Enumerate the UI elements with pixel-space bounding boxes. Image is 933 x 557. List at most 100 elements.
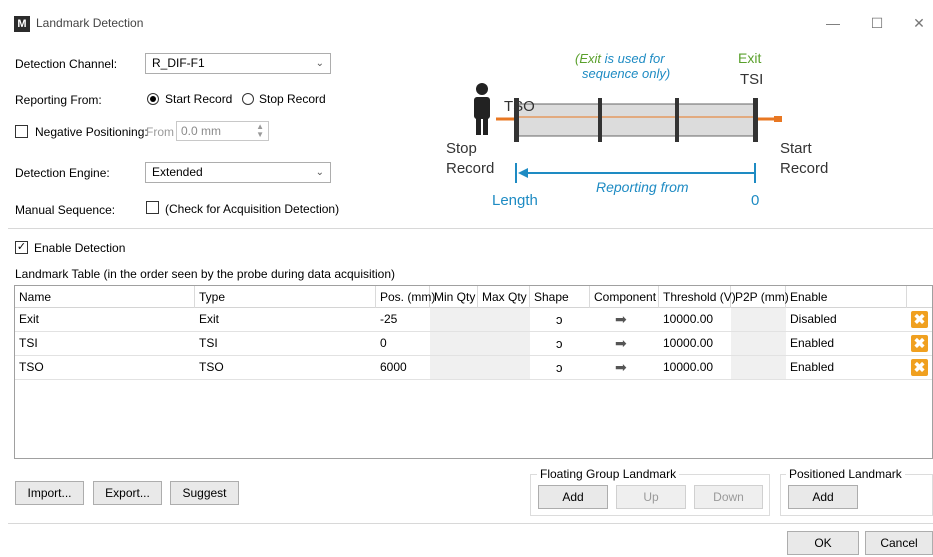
- shape-icon[interactable]: ↄ: [556, 356, 563, 379]
- negative-positioning-checkbox[interactable]: [15, 125, 28, 138]
- detection-engine-label: Detection Engine:: [15, 166, 110, 180]
- col-max-qty[interactable]: Max Qty: [478, 286, 530, 308]
- cell-pos[interactable]: 6000: [376, 356, 407, 379]
- radio-start-record[interactable]: [147, 93, 159, 105]
- table-caption: Landmark Table (in the order seen by the…: [15, 267, 396, 281]
- floating-down-button[interactable]: Down: [694, 485, 763, 509]
- pipe-end-tsi: [753, 98, 758, 142]
- cell-type[interactable]: TSI: [195, 332, 218, 355]
- cell-enable[interactable]: Disabled: [786, 308, 837, 331]
- exit-label: Exit: [738, 50, 761, 66]
- floating-add-button[interactable]: Add: [538, 485, 608, 509]
- radio-start-record-label: Start Record: [165, 92, 233, 106]
- cell-type[interactable]: Exit: [195, 308, 219, 331]
- pipe-support: [675, 98, 679, 142]
- suggest-button[interactable]: Suggest: [170, 481, 239, 505]
- minimize-icon[interactable]: —: [818, 12, 848, 34]
- maximize-icon[interactable]: ☐: [862, 12, 892, 34]
- cell-name[interactable]: TSI: [15, 332, 38, 355]
- cell-pos[interactable]: 0: [376, 332, 387, 355]
- tso-label: TSO: [504, 98, 535, 115]
- length-label: Length: [492, 192, 538, 209]
- delete-row-icon[interactable]: ✖: [911, 335, 928, 352]
- col-component[interactable]: Component: [590, 286, 659, 308]
- cell-type[interactable]: TSO: [195, 356, 224, 379]
- col-shape[interactable]: Shape: [530, 286, 590, 308]
- shape-icon[interactable]: ↄ: [556, 308, 563, 331]
- detection-engine-select[interactable]: Extended ⌄: [145, 162, 331, 183]
- delete-row-icon[interactable]: ✖: [911, 311, 928, 328]
- positioned-add-button[interactable]: Add: [788, 485, 858, 509]
- col-threshold[interactable]: Threshold (V): [659, 286, 736, 308]
- stop-record-line2: Record: [446, 160, 494, 177]
- person-icon: [474, 83, 490, 135]
- col-enable[interactable]: Enable: [786, 286, 907, 308]
- manual-sequence-label: Manual Sequence:: [15, 203, 116, 217]
- arrow-right-icon[interactable]: ➡: [615, 308, 627, 331]
- stop-record-line1: Stop: [446, 140, 477, 157]
- enable-detection-checkbox[interactable]: ✓: [15, 241, 28, 254]
- spin-arrows-icon[interactable]: ▲ ▼: [256, 123, 264, 139]
- cell-threshold[interactable]: 10000.00: [659, 308, 713, 331]
- col-pos[interactable]: Pos. (mm): [376, 286, 435, 308]
- detection-channel-select[interactable]: R_DIF-F1 ⌄: [145, 53, 331, 74]
- table-row[interactable]: TSI TSI 0 ↄ ➡ 10000.00 Enabled ✖: [15, 332, 932, 356]
- cell-p2p-disabled: [731, 356, 786, 379]
- cancel-button[interactable]: Cancel: [865, 531, 933, 555]
- table-row[interactable]: Exit Exit -25 ↄ ➡ 10000.00 Disabled ✖: [15, 308, 932, 332]
- app-logo-icon: M: [14, 16, 30, 32]
- landmark-diagram: (Exit is used for sequence only) Exit TS…: [446, 50, 828, 209]
- positioned-landmark-title: Positioned Landmark: [786, 467, 905, 481]
- cell-threshold[interactable]: 10000.00: [659, 332, 713, 355]
- cell-name[interactable]: Exit: [15, 308, 39, 331]
- radio-stop-record-label: Stop Record: [259, 92, 326, 106]
- cell-qty-disabled: [430, 356, 530, 379]
- arrow-right-icon[interactable]: ➡: [615, 332, 627, 355]
- import-button[interactable]: Import...: [15, 481, 84, 505]
- from-label: From: [146, 125, 174, 139]
- col-name[interactable]: Name: [15, 286, 195, 308]
- manual-sequence-checkbox[interactable]: [146, 201, 159, 214]
- detection-engine-value: Extended: [152, 165, 203, 179]
- col-p2p[interactable]: P2P (mm): [731, 286, 789, 308]
- delete-row-icon[interactable]: ✖: [911, 359, 928, 376]
- close-icon[interactable]: ✕: [904, 12, 933, 34]
- floating-up-button[interactable]: Up: [616, 485, 686, 509]
- detection-channel-label: Detection Channel:: [15, 57, 118, 71]
- cell-p2p-disabled: [731, 308, 786, 331]
- table-header: Name Type Pos. (mm) Min Qty Max Qty Shap…: [15, 286, 932, 308]
- shape-icon[interactable]: ↄ: [556, 332, 563, 355]
- cell-enable[interactable]: Enabled: [786, 356, 834, 379]
- zero-label: 0: [751, 192, 759, 209]
- cell-name[interactable]: TSO: [15, 356, 44, 379]
- cell-pos[interactable]: -25: [376, 308, 397, 331]
- floating-group-title: Floating Group Landmark: [537, 467, 680, 481]
- col-type[interactable]: Type: [195, 286, 376, 308]
- from-value: 0.0 mm: [181, 124, 222, 138]
- reporting-from-label: Reporting From:: [15, 93, 102, 107]
- title-bar: M Landmark Detection — ☐ ✕: [0, 8, 933, 38]
- arrow-right-icon[interactable]: ➡: [615, 356, 627, 379]
- window-title: Landmark Detection: [36, 16, 144, 30]
- export-button[interactable]: Export...: [93, 481, 162, 505]
- top-strip: [0, 0, 933, 8]
- lead-tip: [774, 116, 782, 122]
- pipe: [516, 104, 756, 136]
- tsi-label: TSI: [740, 71, 763, 88]
- arrow-left-icon: [518, 168, 528, 178]
- cell-enable[interactable]: Enabled: [786, 332, 834, 355]
- landmark-table[interactable]: Name Type Pos. (mm) Min Qty Max Qty Shap…: [14, 285, 933, 459]
- negative-positioning-label: Negative Positioning:: [35, 125, 148, 139]
- start-record-line1: Start: [780, 140, 813, 157]
- col-min-qty[interactable]: Min Qty: [430, 286, 478, 308]
- cell-qty-disabled: [430, 332, 530, 355]
- radio-stop-record[interactable]: [242, 93, 254, 105]
- ok-button[interactable]: OK: [787, 531, 859, 555]
- table-row[interactable]: TSO TSO 6000 ↄ ➡ 10000.00 Enabled ✖: [15, 356, 932, 380]
- from-input[interactable]: 0.0 mm ▲ ▼: [176, 121, 269, 141]
- chevron-down-icon: ⌄: [315, 167, 324, 178]
- cell-threshold[interactable]: 10000.00: [659, 356, 713, 379]
- reporting-from-diagram-label: Reporting from: [596, 179, 689, 195]
- pipe-support: [598, 98, 602, 142]
- diagram-note-line2: sequence only): [582, 66, 670, 81]
